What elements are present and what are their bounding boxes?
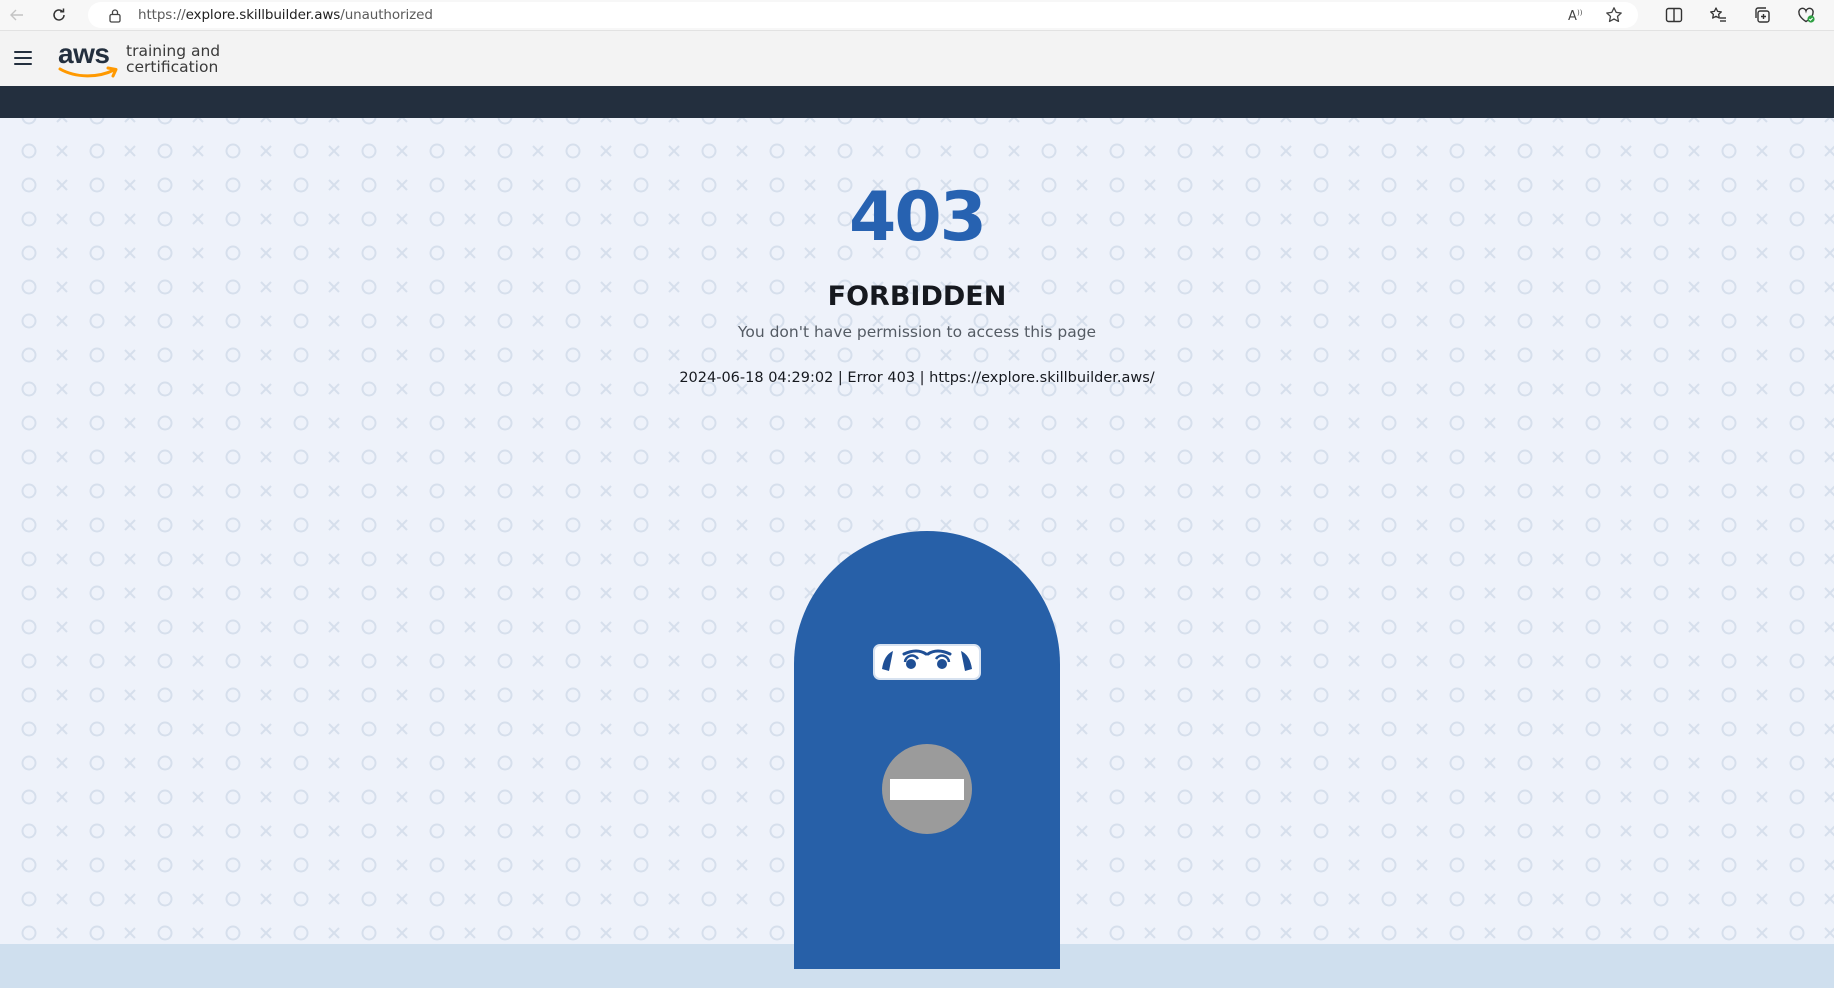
favorites-icon[interactable] bbox=[1706, 4, 1730, 26]
hamburger-menu-icon[interactable] bbox=[14, 47, 36, 69]
svg-text:A: A bbox=[1568, 9, 1577, 23]
peeking-eyes-icon bbox=[873, 644, 981, 680]
url-path: /unauthorized bbox=[340, 7, 433, 23]
error-code: 403 bbox=[849, 178, 987, 257]
favorite-star-icon[interactable] bbox=[1602, 4, 1626, 26]
collections-icon[interactable] bbox=[1750, 4, 1774, 26]
url-host: explore.skillbuilder.aws bbox=[185, 7, 341, 23]
url-scheme: https:// bbox=[138, 7, 186, 23]
read-aloud-icon[interactable]: A)) bbox=[1564, 4, 1588, 26]
logo-subtitle: training and certification bbox=[126, 43, 220, 75]
lock-icon[interactable] bbox=[104, 4, 126, 26]
aws-logo-mark: aws bbox=[58, 40, 122, 80]
error-title: FORBIDDEN bbox=[827, 281, 1007, 312]
error-message: You don't have permission to access this… bbox=[737, 323, 1097, 341]
aws-training-logo[interactable]: aws training and certification bbox=[58, 40, 220, 80]
logo-line-2: certification bbox=[126, 58, 219, 76]
address-bar[interactable]: https://explore.skillbuilder.aws/unautho… bbox=[88, 2, 1638, 28]
browser-toolbar: https://explore.skillbuilder.aws/unautho… bbox=[0, 0, 1834, 30]
url-text[interactable]: https://explore.skillbuilder.aws/unautho… bbox=[138, 7, 433, 23]
svg-text:)): )) bbox=[1577, 9, 1583, 17]
back-arrow-icon[interactable] bbox=[2, 0, 32, 30]
error-details: 2024-06-18 04:29:02 | Error 403 | https:… bbox=[679, 370, 1155, 386]
navigation-band bbox=[0, 86, 1834, 118]
logo-line-1: training and bbox=[126, 42, 221, 60]
guard-door-illustration bbox=[794, 531, 1060, 969]
browser-essentials-icon[interactable] bbox=[1794, 4, 1818, 26]
no-entry-sign-icon bbox=[882, 744, 972, 834]
split-screen-icon[interactable] bbox=[1662, 4, 1686, 26]
aws-logo-text: aws bbox=[58, 38, 110, 69]
aws-smile-icon bbox=[58, 66, 118, 78]
refresh-icon[interactable] bbox=[44, 0, 74, 30]
site-header: aws training and certification bbox=[0, 30, 1834, 86]
